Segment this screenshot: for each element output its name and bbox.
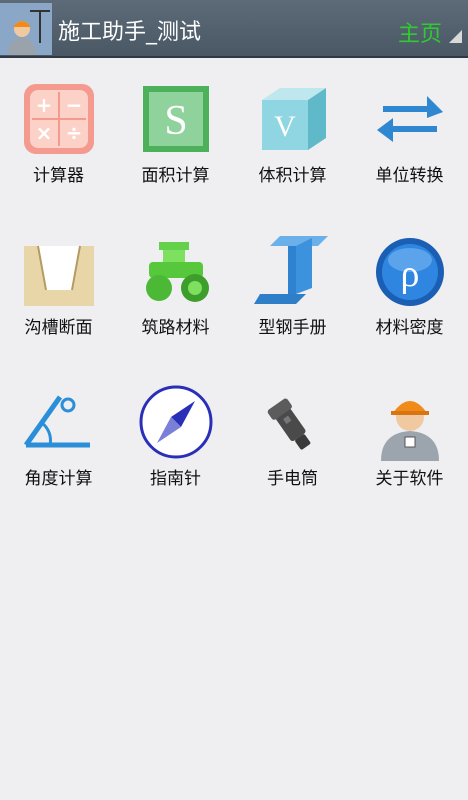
flashlight-icon <box>267 398 311 450</box>
tool-steel-handbook[interactable]: 型钢手册 <box>234 210 351 338</box>
tool-compass[interactable]: 指南针 <box>117 361 234 489</box>
dropdown-corner-icon[interactable] <box>449 30 462 43</box>
app-logo-icon <box>0 3 52 55</box>
home-button[interactable]: 主页 <box>398 16 442 48</box>
road-roller-icon <box>146 242 209 302</box>
tool-label: 面积计算 <box>141 166 210 186</box>
tool-label: 型钢手册 <box>258 318 327 338</box>
tool-volume[interactable]: V 体积计算 <box>234 58 351 186</box>
tool-label: 体积计算 <box>258 166 327 186</box>
tool-label: 角度计算 <box>24 469 93 489</box>
tool-material-density[interactable]: ρ 材料密度 <box>351 210 468 338</box>
app-title: 施工助手_测试 <box>58 20 202 45</box>
tool-label: 手电筒 <box>267 469 318 489</box>
tool-road-materials[interactable]: 筑路材料 <box>117 210 234 338</box>
calc-minus-glyph: − <box>66 93 83 117</box>
tool-label: 沟槽断面 <box>24 318 93 338</box>
calc-divide-glyph: ÷ <box>66 121 83 145</box>
tool-label: 指南针 <box>150 469 201 489</box>
rho-icon: ρ <box>376 238 444 306</box>
tool-calculator[interactable]: + − × ÷ 计算器 <box>0 58 117 186</box>
tool-area[interactable]: S 面积计算 <box>117 58 234 186</box>
tool-label: 单位转换 <box>375 166 444 186</box>
i-beam-icon <box>254 236 328 304</box>
tool-label: 计算器 <box>33 166 84 186</box>
area-s-icon: S <box>143 86 209 152</box>
area-letter: S <box>164 98 187 144</box>
tool-label: 筑路材料 <box>141 318 210 338</box>
tool-angle[interactable]: 角度计算 <box>0 361 117 489</box>
tool-label: 关于软件 <box>375 469 444 489</box>
title-bar: 施工助手_测试 主页 <box>0 0 468 58</box>
tool-about[interactable]: 关于软件 <box>351 361 468 489</box>
tool-flashlight[interactable]: 手电筒 <box>234 361 351 489</box>
volume-cube-icon: V <box>262 88 326 150</box>
calculator-icon: + − × ÷ <box>24 84 94 154</box>
calc-times-glyph: × <box>36 121 53 145</box>
tool-unit-convert[interactable]: 单位转换 <box>351 58 468 186</box>
tool-label: 材料密度 <box>375 318 444 338</box>
tool-trench[interactable]: 沟槽断面 <box>0 210 117 338</box>
worker-avatar-icon <box>381 401 439 461</box>
trench-icon <box>24 245 94 306</box>
calc-plus-glyph: + <box>36 93 53 117</box>
angle-icon <box>23 395 90 448</box>
compass-icon <box>139 385 213 459</box>
volume-letter: V <box>274 110 296 143</box>
swap-arrows-icon <box>377 96 443 142</box>
rho-letter: ρ <box>401 253 420 295</box>
